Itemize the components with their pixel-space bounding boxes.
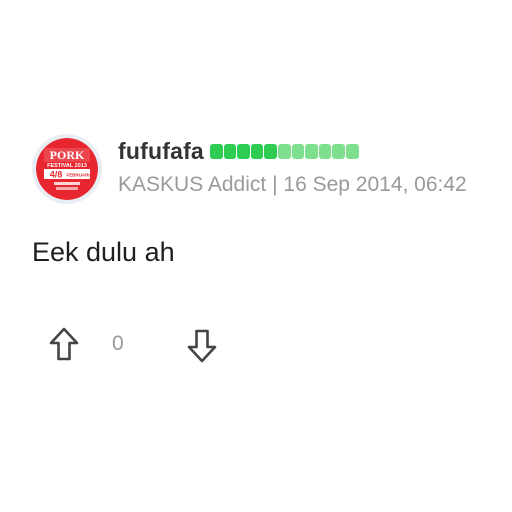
meta-separator: | xyxy=(272,173,278,196)
post-card: PORK FESTIVAL 2013 4/8 FEBRUARI fufufafa… xyxy=(0,0,512,512)
avatar-text-month: FEBRUARI xyxy=(66,173,89,178)
reputation-dot xyxy=(291,144,305,159)
reputation-bar xyxy=(210,144,359,159)
reputation-dot xyxy=(223,144,237,159)
pork-festival-logo: PORK FESTIVAL 2013 4/8 FEBRUARI xyxy=(36,138,98,200)
reputation-dot xyxy=(264,144,277,159)
avatar-text-festival: FESTIVAL 2013 xyxy=(47,163,87,169)
reputation-dot xyxy=(250,144,264,159)
avatar-text-date: 4/8 xyxy=(50,170,63,180)
reputation-dot xyxy=(237,144,250,159)
post-meta: KASKUS Addict | 16 Sep 2014, 06:42 xyxy=(118,170,467,200)
reputation-dot xyxy=(210,144,223,159)
user-title: KASKUS Addict xyxy=(118,173,267,196)
reputation-dot xyxy=(305,144,318,159)
arrow-down-outline-icon xyxy=(187,329,217,363)
vote-count: 0 xyxy=(112,332,124,355)
avatar-text-pork: PORK xyxy=(50,148,85,162)
avatar[interactable]: PORK FESTIVAL 2013 4/8 FEBRUARI xyxy=(32,134,102,204)
reputation-dot xyxy=(332,144,345,159)
reputation-dot xyxy=(345,144,359,159)
upvote-button[interactable] xyxy=(48,326,80,364)
arrow-up-outline-icon xyxy=(49,327,79,361)
avatar-image: PORK FESTIVAL 2013 4/8 FEBRUARI xyxy=(36,138,98,200)
downvote-button[interactable] xyxy=(186,326,218,364)
reputation-dot xyxy=(277,144,291,159)
post-date: 16 Sep 2014, 06:42 xyxy=(283,173,467,196)
post-content: Eek dulu ah xyxy=(32,237,175,267)
username[interactable]: fufufafa xyxy=(118,136,204,166)
reputation-dot xyxy=(318,144,332,159)
